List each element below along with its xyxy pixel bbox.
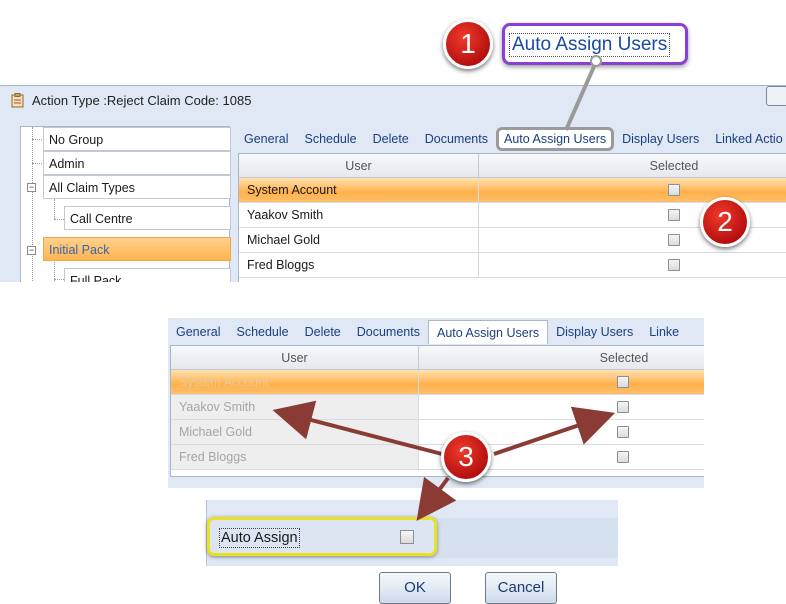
collapse-icon[interactable]: − [27,183,36,192]
tab-delete[interactable]: Delete [297,320,349,344]
table-row: Yaakov Smith [171,395,704,420]
tab-documents[interactable]: Documents [349,320,428,344]
selected-checkbox [617,426,629,438]
callout-badge-3: 3 [441,432,491,482]
collapse-icon[interactable]: − [27,246,36,255]
user-cell: System Account [239,178,479,202]
tree-item-full-pack[interactable]: Full Pack [64,268,231,282]
tree-item-initial-pack[interactable]: Initial Pack [43,237,231,261]
column-user[interactable]: User [239,154,479,178]
callout-badge-1: 1 [443,19,493,69]
tab-schedule[interactable]: Schedule [296,127,364,151]
tab-documents[interactable]: Documents [417,127,496,151]
table-row: System Account [171,370,704,395]
tab-strip-top: General Schedule Delete Documents Auto A… [236,127,786,151]
tab-delete[interactable]: Delete [365,127,417,151]
tab-general[interactable]: General [236,127,296,151]
selected-checkbox [617,401,629,413]
tab-display-users[interactable]: Display Users [548,320,641,344]
table-row: Fred Bloggs [171,445,704,470]
selected-checkbox[interactable] [668,259,680,271]
table-row[interactable]: Fred Bloggs [239,253,786,278]
tree-item-admin[interactable]: Admin [43,151,231,175]
column-user[interactable]: User [171,346,419,370]
clipboard-icon [11,93,24,108]
tab-general[interactable]: General [168,320,228,344]
column-selected[interactable]: Selected [419,346,704,370]
auto-assign-label: Auto Assign [219,528,300,548]
selected-checkbox[interactable] [668,184,680,196]
cancel-button[interactable]: Cancel [485,572,557,604]
auto-assign-panel: General Schedule Delete Documents Auto A… [168,318,704,488]
user-cell: Fred Bloggs [239,253,479,277]
grid-header: User Selected [239,154,786,178]
minimize-button[interactable] [766,86,786,106]
user-cell: Michael Gold [239,228,479,252]
tab-strip-bottom: General Schedule Delete Documents Auto A… [168,320,687,344]
user-cell: Yaakov Smith [239,203,479,227]
table-row[interactable]: System Account [239,178,786,203]
tree-item-no-group[interactable]: No Group [43,127,231,151]
selected-checkbox[interactable] [668,234,680,246]
selected-checkbox [617,451,629,463]
callout-auto-assign-users: Auto Assign Users [502,23,688,65]
user-cell: Michael Gold [171,420,419,444]
ok-button[interactable]: OK [379,572,451,604]
tab-auto-assign-users[interactable]: Auto Assign Users [427,320,549,344]
column-selected[interactable]: Selected [479,154,786,178]
grid-header: User Selected [171,346,704,370]
claim-group-tree: No Group Admin − All Claim Types Call Ce… [20,126,231,282]
user-cell: Yaakov Smith [171,395,419,419]
tab-auto-assign-users[interactable]: Auto Assign Users [495,127,615,151]
selected-checkbox[interactable] [668,209,680,221]
tab-display-users[interactable]: Display Users [614,127,707,151]
selected-checkbox [617,376,629,388]
action-type-window: Action Type :Reject Claim Code: 1085 No … [0,85,786,282]
window-title: Action Type :Reject Claim Code: 1085 [32,93,252,108]
user-cell: System Account [171,370,419,394]
tab-linked-actions[interactable]: Linke [641,320,687,344]
tree-item-call-centre[interactable]: Call Centre [64,206,231,230]
tab-linked-actions[interactable]: Linked Actio [707,127,786,151]
callout-badge-2: 2 [700,197,750,247]
table-row: Michael Gold [171,420,704,445]
user-grid-bottom: User Selected System Account Yaakov Smit… [170,345,704,477]
auto-assign-highlight: Auto Assign [207,517,437,556]
user-cell: Fred Bloggs [171,445,419,469]
auto-assign-checkbox[interactable] [400,530,414,544]
tab-schedule[interactable]: Schedule [228,320,296,344]
tree-item-all-claim-types[interactable]: All Claim Types [43,175,231,199]
callout-label-text: Auto Assign Users [509,33,671,57]
